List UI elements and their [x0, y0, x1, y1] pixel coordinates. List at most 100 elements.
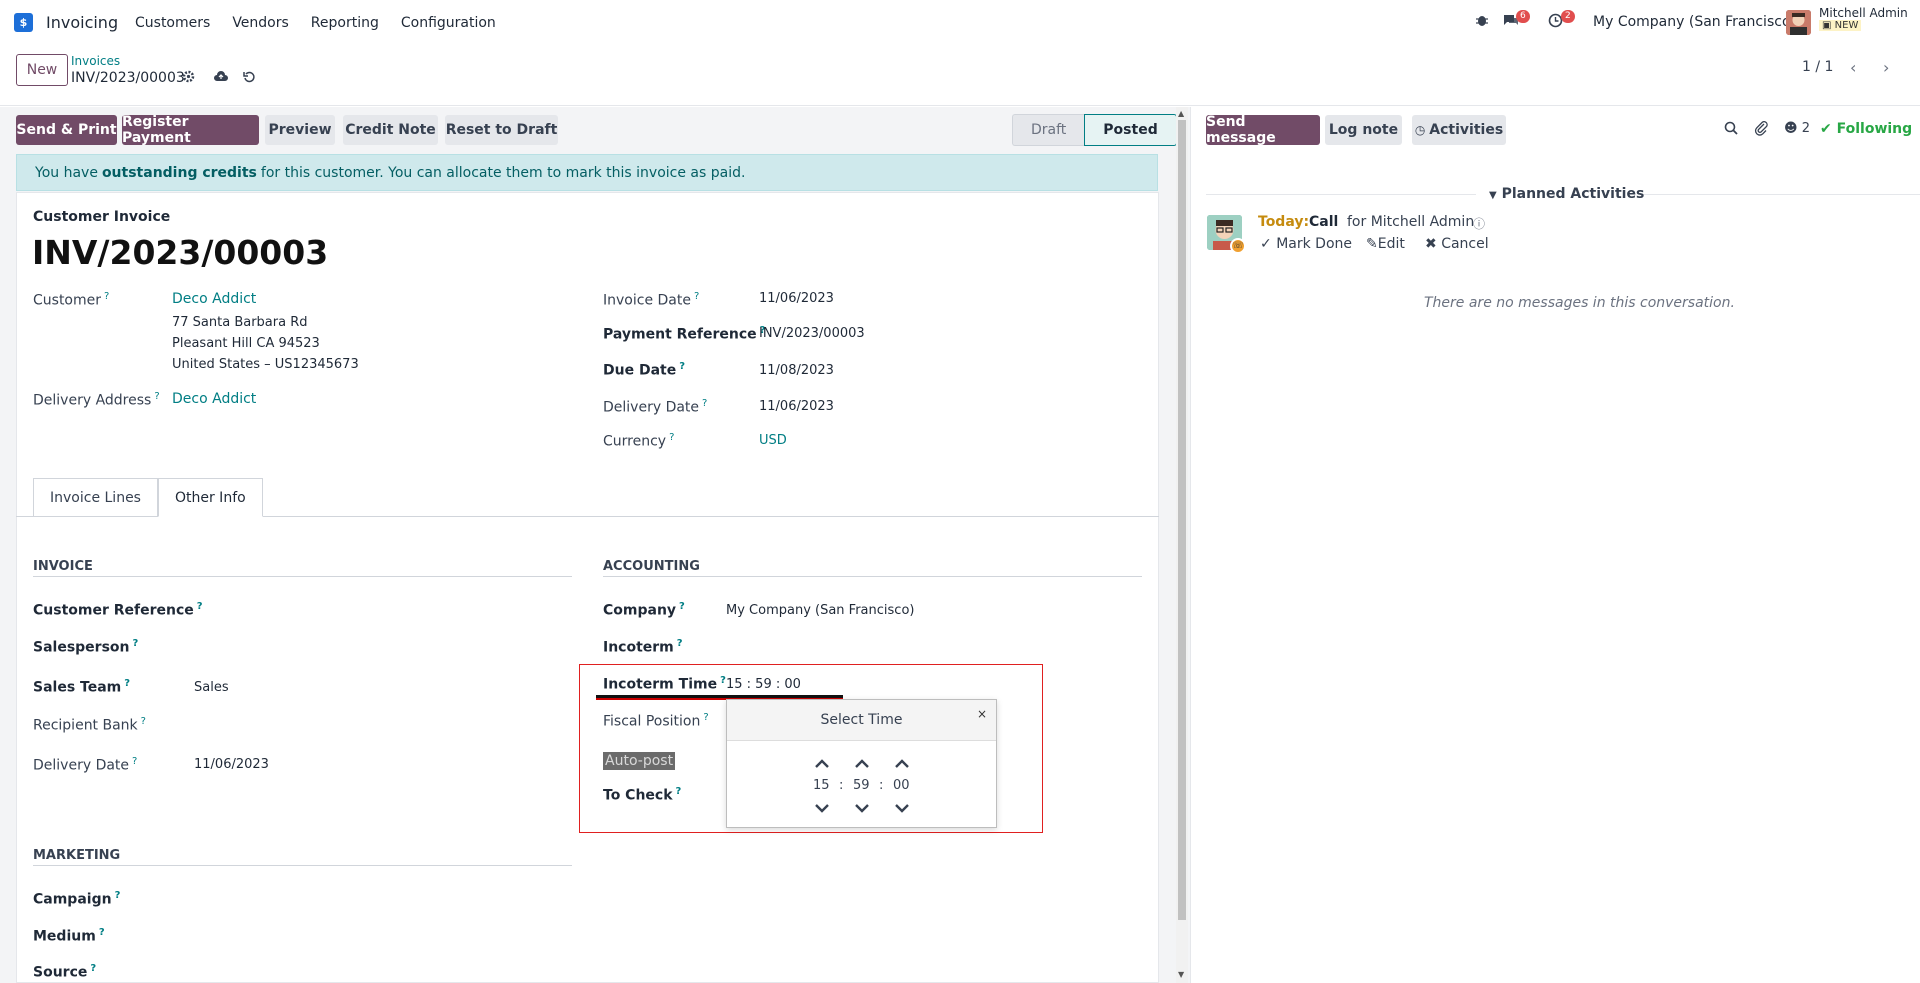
planned-activities-title: Planned Activities	[1501, 186, 1645, 202]
other-delivery-date-help-icon: ?	[132, 756, 138, 767]
activities-button-label: Activities	[1429, 122, 1504, 138]
edit-label: Edit	[1377, 236, 1405, 252]
accounting-section-title: ACCOUNTING	[603, 559, 700, 574]
minute-decrement-icon[interactable]	[854, 801, 870, 817]
status-draft[interactable]: Draft	[1012, 114, 1085, 146]
due-date-value[interactable]: 11/08/2023	[759, 363, 834, 378]
salesperson-label: Salesperson?	[33, 638, 139, 656]
log-note-button[interactable]: Log note	[1325, 115, 1402, 145]
pager-previous-icon[interactable]: ‹	[1850, 58, 1856, 77]
credit-note-button[interactable]: Credit Note	[343, 115, 438, 145]
planned-line-right	[1640, 194, 1920, 195]
payment-reference-label: Payment Reference?	[603, 325, 766, 343]
mark-done-button[interactable]: ✓ Mark Done	[1260, 236, 1352, 252]
followers-button[interactable]: ☻ 2	[1784, 121, 1810, 136]
invoice-date-label: Invoice Date?	[603, 291, 700, 309]
alert-text-bold[interactable]: outstanding credits	[102, 165, 257, 181]
salesperson-help-icon: ?	[132, 638, 139, 649]
search-messages-icon[interactable]	[1724, 121, 1738, 139]
second-decrement-icon[interactable]	[894, 801, 910, 817]
following-button[interactable]: ✔ Following	[1820, 121, 1912, 137]
time-picker-close-icon[interactable]: ×	[977, 707, 987, 721]
user-avatar[interactable]	[1786, 10, 1811, 35]
mark-done-label: Mark Done	[1276, 236, 1352, 252]
form-scrollbar-thumb[interactable]	[1178, 120, 1186, 920]
marketing-section-title: MARKETING	[33, 848, 121, 863]
followers-person-icon: ☻	[1784, 121, 1798, 136]
phone-icon: ☏	[1230, 238, 1246, 254]
status-posted[interactable]: Posted	[1084, 114, 1177, 146]
sales-team-label: Sales Team?	[33, 678, 131, 696]
control-panel: New Invoices INV/2023/00003 1 / 1 ‹ ›	[0, 46, 1920, 106]
gear-icon[interactable]	[182, 70, 195, 87]
menu-reporting[interactable]: Reporting	[311, 15, 379, 31]
check-icon: ✔	[1820, 121, 1832, 137]
currency-label: Currency?	[603, 432, 675, 450]
scroll-down-icon[interactable]: ▼	[1178, 970, 1184, 979]
minute-value[interactable]: 59	[853, 778, 870, 793]
attachment-paperclip-icon[interactable]	[1754, 120, 1768, 140]
activity-info-icon[interactable]: ⓘ	[1473, 215, 1485, 232]
app-name[interactable]: Invoicing	[46, 13, 118, 32]
notebook-tabs: Invoice Lines Other Info	[33, 478, 263, 517]
menu-vendors[interactable]: Vendors	[232, 15, 288, 31]
hour-increment-icon[interactable]	[814, 757, 830, 773]
activities-clock-small-icon: ◷	[1414, 123, 1426, 137]
due-date-label: Due Date?	[603, 361, 686, 379]
company-label: Company?	[603, 601, 685, 619]
medium-help-icon: ?	[98, 927, 105, 938]
other-delivery-date-label: Delivery Date?	[33, 756, 138, 774]
scroll-up-icon[interactable]: ▲	[1178, 109, 1184, 118]
planned-activities-toggle[interactable]: ▼ Planned Activities	[1489, 186, 1644, 202]
discard-undo-icon[interactable]	[243, 70, 256, 87]
new-button[interactable]: New	[16, 54, 68, 86]
invoicing-app-icon[interactable]: $	[14, 13, 33, 32]
pager-value[interactable]: 1 / 1	[1802, 59, 1833, 75]
save-cloud-icon[interactable]	[213, 70, 229, 87]
minute-increment-icon[interactable]	[854, 757, 870, 773]
minute-second-separator: :	[879, 778, 884, 793]
send-print-button[interactable]: Send & Print	[16, 115, 117, 145]
tab-invoice-lines[interactable]: Invoice Lines	[33, 478, 158, 517]
send-message-button[interactable]: Send message	[1206, 114, 1320, 146]
hour-value[interactable]: 15	[813, 778, 830, 793]
company-switcher[interactable]: My Company (San Francisco)	[1593, 14, 1796, 30]
preview-button[interactable]: Preview	[265, 115, 335, 145]
currency-link[interactable]: USD	[759, 433, 787, 448]
planned-line-left	[1206, 194, 1476, 195]
menu-configuration[interactable]: Configuration	[401, 15, 496, 31]
pager-next-icon[interactable]: ›	[1883, 58, 1889, 77]
reset-to-draft-button[interactable]: Reset to Draft	[445, 115, 558, 145]
edit-activity-button[interactable]: ✎Edit	[1366, 236, 1405, 252]
campaign-label: Campaign?	[33, 890, 121, 908]
debug-bug-icon[interactable]	[1475, 13, 1489, 31]
customer-label: Customer?	[33, 291, 110, 309]
top-navbar: $ Invoicing Customers Vendors Reporting …	[0, 0, 1920, 46]
tab-other-info[interactable]: Other Info	[157, 478, 263, 517]
record-name: INV/2023/00003	[71, 70, 185, 86]
status-bar: Draft Posted	[1012, 114, 1177, 146]
sales-team-value[interactable]: Sales	[194, 680, 229, 695]
user-name[interactable]: Mitchell Admin	[1819, 6, 1908, 20]
incoterm-help-icon: ?	[676, 638, 683, 649]
company-value[interactable]: My Company (San Francisco)	[726, 603, 914, 618]
payment-reference-value[interactable]: INV/2023/00003	[759, 326, 865, 341]
delivery-date-value[interactable]: 11/06/2023	[759, 399, 834, 414]
other-delivery-date-value[interactable]: 11/06/2023	[194, 757, 269, 772]
delivery-date-label: Delivery Date?	[603, 398, 708, 416]
menu-customers[interactable]: Customers	[135, 15, 210, 31]
address-line-1: 77 Santa Barbara Rd	[172, 315, 308, 330]
second-value[interactable]: 00	[893, 778, 910, 793]
invoice-section-title: INVOICE	[33, 559, 93, 574]
register-payment-button[interactable]: Register Payment	[122, 114, 259, 146]
cancel-activity-button[interactable]: ✖ Cancel	[1425, 236, 1489, 252]
customer-link[interactable]: Deco Addict	[172, 291, 256, 307]
activity-assignee: for Mitchell Admin	[1347, 214, 1475, 230]
delivery-address-link[interactable]: Deco Addict	[172, 391, 256, 407]
second-increment-icon[interactable]	[894, 757, 910, 773]
hour-decrement-icon[interactable]	[814, 801, 830, 817]
recipient-bank-help-icon: ?	[140, 716, 146, 727]
breadcrumb-invoices[interactable]: Invoices	[71, 54, 120, 68]
invoice-date-value[interactable]: 11/06/2023	[759, 291, 834, 306]
activities-button[interactable]: ◷ Activities	[1412, 115, 1506, 145]
